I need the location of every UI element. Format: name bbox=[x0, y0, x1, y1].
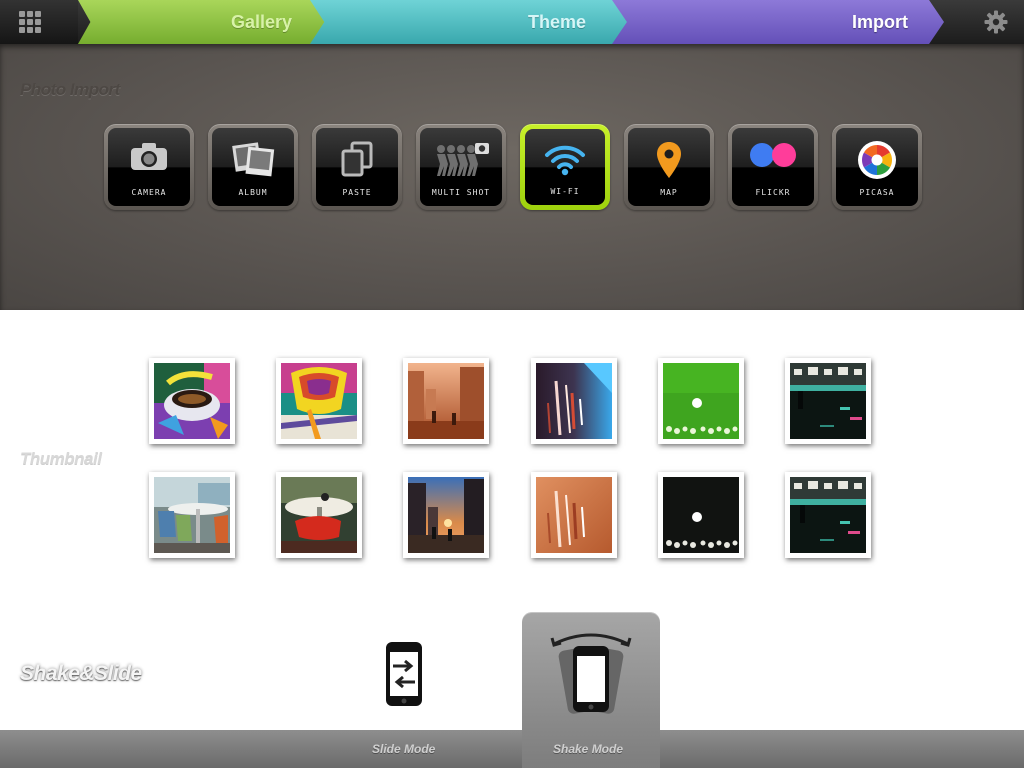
photo-street-sunset bbox=[408, 477, 484, 553]
thumbnail-8[interactable] bbox=[276, 472, 362, 558]
tab-theme[interactable]: Theme bbox=[310, 0, 628, 44]
photo-teacup-posterized bbox=[154, 363, 230, 439]
shake-phone-icon bbox=[550, 633, 632, 714]
map-caption: MAP bbox=[660, 188, 678, 197]
thumbnail-7[interactable] bbox=[149, 472, 235, 558]
paste-icon bbox=[341, 141, 373, 177]
photo-import-label: Photo Import bbox=[20, 80, 120, 99]
album-icon bbox=[232, 142, 275, 177]
settings-button[interactable] bbox=[944, 0, 1024, 44]
thumbnail-2[interactable] bbox=[276, 358, 362, 444]
album-source-button[interactable]: ALBUM bbox=[208, 124, 298, 210]
photo-night-plaza-alt bbox=[790, 477, 866, 553]
thumbnail-10[interactable] bbox=[531, 472, 617, 558]
photo-street-sunset-orange bbox=[408, 363, 484, 439]
flickr-caption: FLICKR bbox=[755, 188, 791, 197]
thumbnail-9[interactable] bbox=[403, 472, 489, 558]
slide-phone-icon bbox=[386, 642, 422, 706]
thumbnail-11[interactable] bbox=[658, 472, 744, 558]
thumbnail-6[interactable] bbox=[785, 358, 871, 444]
grid-icon bbox=[19, 11, 41, 33]
grid-menu-button[interactable] bbox=[0, 0, 78, 44]
album-caption: ALBUM bbox=[238, 188, 268, 197]
camera-source-button[interactable]: CAMERA bbox=[104, 124, 194, 210]
flickr-source-button[interactable]: FLICKR bbox=[728, 124, 818, 210]
photo-import-panel: Photo Import CAMERA ALBUM PASTE MULTI SH… bbox=[0, 44, 1024, 310]
mode-bar bbox=[0, 730, 1024, 768]
photo-dark-lights bbox=[663, 477, 739, 553]
camera-caption: CAMERA bbox=[131, 188, 167, 197]
photo-green-lights bbox=[663, 363, 739, 439]
thumbnail-12[interactable] bbox=[785, 472, 871, 558]
photo-motion-blur-orange bbox=[536, 477, 612, 553]
thumbnail-4[interactable] bbox=[531, 358, 617, 444]
camera-icon bbox=[131, 143, 167, 170]
paste-caption: PASTE bbox=[342, 188, 372, 197]
photo-teacup-posterized-alt bbox=[281, 363, 357, 439]
top-nav-bar: Gallery Theme Import bbox=[0, 0, 1024, 44]
slide-mode-label[interactable]: Slide Mode bbox=[372, 742, 435, 756]
wifi-icon bbox=[545, 145, 585, 176]
picasa-icon bbox=[858, 141, 896, 179]
picasa-caption: PICASA bbox=[859, 188, 895, 197]
slide-mode-button[interactable] bbox=[372, 636, 436, 712]
multi-shot-source-button[interactable]: MULTI SHOT bbox=[416, 124, 506, 210]
multi-shot-caption: MULTI SHOT bbox=[431, 188, 491, 197]
photo-cafe-chairs bbox=[154, 477, 230, 553]
paste-source-button[interactable]: PASTE bbox=[312, 124, 402, 210]
import-source-row: CAMERA ALBUM PASTE MULTI SHOT WI-FI MAP … bbox=[104, 124, 924, 210]
shake-mode-label[interactable]: Shake Mode bbox=[553, 742, 623, 756]
wifi-caption: WI-FI bbox=[550, 187, 580, 196]
tab-gallery[interactable]: Gallery bbox=[78, 0, 326, 44]
thumbnail-3[interactable] bbox=[403, 358, 489, 444]
flickr-icon bbox=[750, 143, 796, 167]
tab-import[interactable]: Import bbox=[612, 0, 944, 44]
thumbnail-5[interactable] bbox=[658, 358, 744, 444]
shake-slide-label: Shake&Slide bbox=[20, 662, 142, 685]
shake-mode-button[interactable] bbox=[538, 628, 644, 720]
gear-icon bbox=[984, 10, 1008, 34]
wifi-source-button[interactable]: WI-FI bbox=[520, 124, 610, 210]
multi-shot-icon bbox=[437, 143, 489, 176]
photo-motion-blur-blue bbox=[536, 363, 612, 439]
thumbnail-label: Thumbnail bbox=[20, 449, 102, 468]
thumbnail-1[interactable] bbox=[149, 358, 235, 444]
photo-cafe-table-red-chair bbox=[281, 477, 357, 553]
photo-night-plaza bbox=[790, 363, 866, 439]
picasa-source-button[interactable]: PICASA bbox=[832, 124, 922, 210]
map-source-button[interactable]: MAP bbox=[624, 124, 714, 210]
map-pin-icon bbox=[657, 142, 681, 178]
